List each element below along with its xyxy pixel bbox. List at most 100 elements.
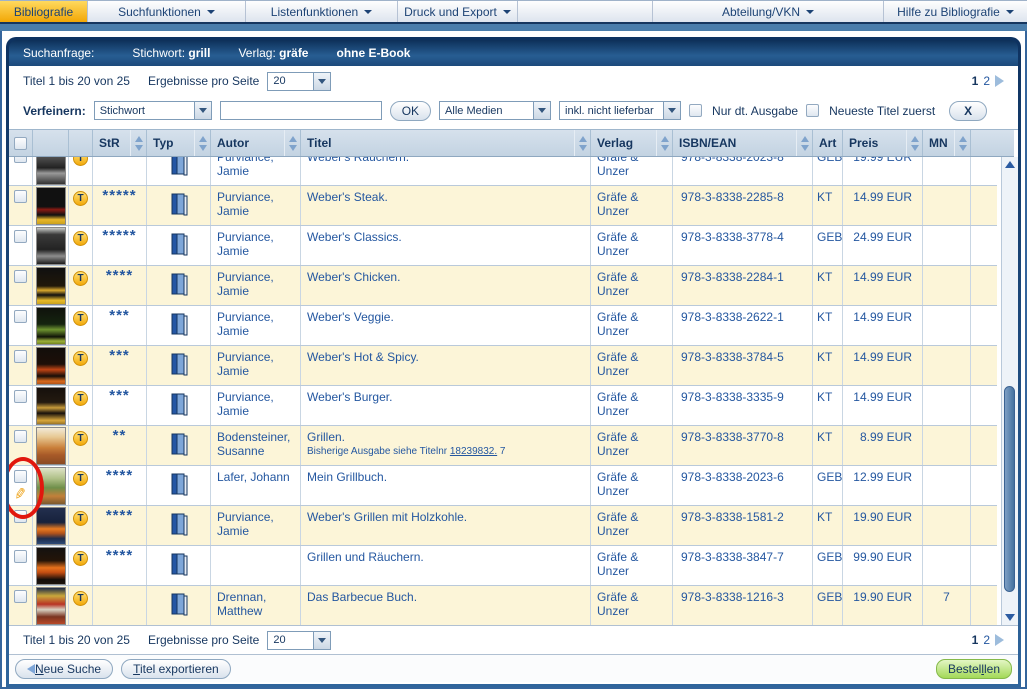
- table-row: ✎ T **** Lafer, Johann Mein Grillbuch.: [9, 466, 997, 506]
- cover-thumbnail[interactable]: [36, 387, 66, 425]
- row-checkbox[interactable]: [14, 390, 27, 403]
- binding-cell: GEB: [813, 466, 843, 505]
- row-checkbox[interactable]: [14, 510, 27, 523]
- t-badge-icon[interactable]: T: [73, 431, 88, 446]
- title-link[interactable]: Mein Grillbuch.: [307, 470, 387, 484]
- chevron-down-icon: [533, 102, 550, 119]
- order-button[interactable]: Bestelllen: [936, 659, 1012, 679]
- table-row: ✎ T ***** Purviance, Jamie Weber's Steak…: [9, 186, 997, 226]
- cover-thumbnail[interactable]: [36, 467, 66, 505]
- t-badge-icon[interactable]: T: [73, 471, 88, 486]
- cover-thumbnail[interactable]: [36, 267, 66, 305]
- select-all-checkbox[interactable]: [14, 137, 27, 150]
- sort-desc-icon: [801, 145, 809, 151]
- title-link[interactable]: Weber's Veggie.: [307, 310, 394, 324]
- cover-thumbnail[interactable]: [36, 227, 66, 265]
- cover-thumbnail[interactable]: [36, 547, 66, 585]
- cover-cell: [33, 226, 69, 265]
- binding-cell: GEB: [813, 586, 843, 625]
- cover-thumbnail[interactable]: [36, 507, 66, 545]
- menu-suchfunktionen[interactable]: Suchfunktionen: [88, 1, 246, 22]
- next-page-icon[interactable]: [995, 634, 1004, 646]
- row-select-cell: ✎: [9, 586, 33, 625]
- menu-divider-strip: [0, 22, 1027, 31]
- row-checkbox[interactable]: [14, 470, 27, 483]
- title-link[interactable]: Weber's Chicken.: [307, 270, 400, 284]
- row-checkbox[interactable]: [14, 157, 27, 163]
- book-icon: [169, 312, 189, 337]
- page-link-2[interactable]: 2: [983, 633, 990, 647]
- t-badge-icon[interactable]: T: [73, 511, 88, 526]
- title-link[interactable]: Grillen und Räuchern.: [307, 550, 424, 564]
- t-badge-icon[interactable]: T: [73, 351, 88, 366]
- row-checkbox[interactable]: [14, 190, 27, 203]
- next-page-icon[interactable]: [995, 75, 1004, 87]
- checkbox-nur-dt-ausgabe[interactable]: [689, 104, 702, 117]
- scrollbar-thumb[interactable]: [1004, 386, 1015, 592]
- menubar-spacer: [518, 1, 653, 22]
- cover-thumbnail[interactable]: [36, 157, 66, 185]
- title-cell: Grillen und Räuchern.: [301, 546, 591, 585]
- t-badge-icon[interactable]: T: [73, 551, 88, 566]
- clear-filter-button[interactable]: X: [949, 101, 987, 121]
- export-titles-button[interactable]: Titel exportieren: [121, 659, 231, 679]
- row-checkbox[interactable]: [14, 350, 27, 363]
- per-page-select-bottom[interactable]: 20: [267, 631, 331, 650]
- t-badge-icon[interactable]: T: [73, 157, 88, 166]
- availability-select[interactable]: inkl. nicht lieferbar: [559, 101, 681, 120]
- title-link[interactable]: Das Barbecue Buch.: [307, 590, 417, 604]
- refine-input[interactable]: [220, 101, 382, 120]
- refine-field-select[interactable]: Stichwort: [94, 101, 212, 120]
- t-badge-icon[interactable]: T: [73, 191, 88, 206]
- t-badge-icon[interactable]: T: [73, 271, 88, 286]
- menu-abteilung-vkn[interactable]: Abteilung/VKN: [653, 1, 884, 22]
- main-menubar: Bibliografie Suchfunktionen Listenfunkti…: [0, 0, 1027, 22]
- ok-button[interactable]: OK: [390, 101, 431, 121]
- scroll-up-icon[interactable]: [1002, 157, 1018, 172]
- row-checkbox[interactable]: [14, 550, 27, 563]
- title-link[interactable]: Weber's Burger.: [307, 390, 392, 404]
- page-current: 1: [972, 633, 979, 647]
- title-link[interactable]: Weber's Classics.: [307, 230, 402, 244]
- cover-thumbnail[interactable]: [36, 307, 66, 345]
- tab-bibliografie[interactable]: Bibliografie: [0, 1, 88, 22]
- title-link[interactable]: Grillen.: [307, 430, 345, 444]
- t-badge-icon[interactable]: T: [73, 591, 88, 606]
- note-pencil-icon[interactable]: ✎: [13, 487, 28, 502]
- cover-thumbnail[interactable]: [36, 427, 66, 465]
- t-badge-icon[interactable]: T: [73, 311, 88, 326]
- rating-stars: ***: [109, 347, 130, 364]
- cover-cell: [33, 346, 69, 385]
- menu-hilfe[interactable]: Hilfe zu Bibliografie: [884, 1, 1027, 22]
- menu-druck-und-export[interactable]: Druck und Export: [398, 1, 518, 22]
- menu-listenfunktionen[interactable]: Listenfunktionen: [246, 1, 398, 22]
- author-cell: Purviance, Jamie: [211, 346, 301, 385]
- media-select[interactable]: Alle Medien: [439, 101, 551, 120]
- sort-desc-icon: [579, 145, 587, 151]
- isbn-cell: 978-3-8338-1216-3: [673, 586, 813, 625]
- row-checkbox[interactable]: [14, 310, 27, 323]
- cover-thumbnail[interactable]: [36, 587, 66, 625]
- row-checkbox[interactable]: [14, 430, 27, 443]
- title-link[interactable]: Weber's Hot & Spicy.: [307, 350, 419, 364]
- title-note-link[interactable]: 18239832.: [450, 446, 497, 457]
- title-link[interactable]: Weber's Räuchern.: [307, 157, 409, 164]
- page-link-2[interactable]: 2: [983, 74, 990, 88]
- per-page-select[interactable]: 20: [267, 72, 331, 91]
- chevron-down-icon: [806, 10, 814, 14]
- cover-thumbnail[interactable]: [36, 347, 66, 385]
- checkbox-neueste-titel-label: Neueste Titel zuerst: [829, 104, 935, 118]
- new-search-button[interactable]: Neue Suche: [15, 659, 113, 679]
- row-checkbox[interactable]: [14, 270, 27, 283]
- publisher-cell: Gräfe & Unzer: [591, 226, 673, 265]
- checkbox-neueste-titel[interactable]: [806, 104, 819, 117]
- scroll-down-icon[interactable]: [1005, 614, 1015, 621]
- title-link[interactable]: Weber's Steak.: [307, 190, 388, 204]
- t-badge-icon[interactable]: T: [73, 391, 88, 406]
- t-badge-icon[interactable]: T: [73, 231, 88, 246]
- row-checkbox[interactable]: [14, 590, 27, 603]
- vertical-scrollbar[interactable]: [1001, 157, 1018, 625]
- row-checkbox[interactable]: [14, 230, 27, 243]
- title-link[interactable]: Weber's Grillen mit Holzkohle.: [307, 510, 467, 524]
- cover-thumbnail[interactable]: [36, 187, 66, 225]
